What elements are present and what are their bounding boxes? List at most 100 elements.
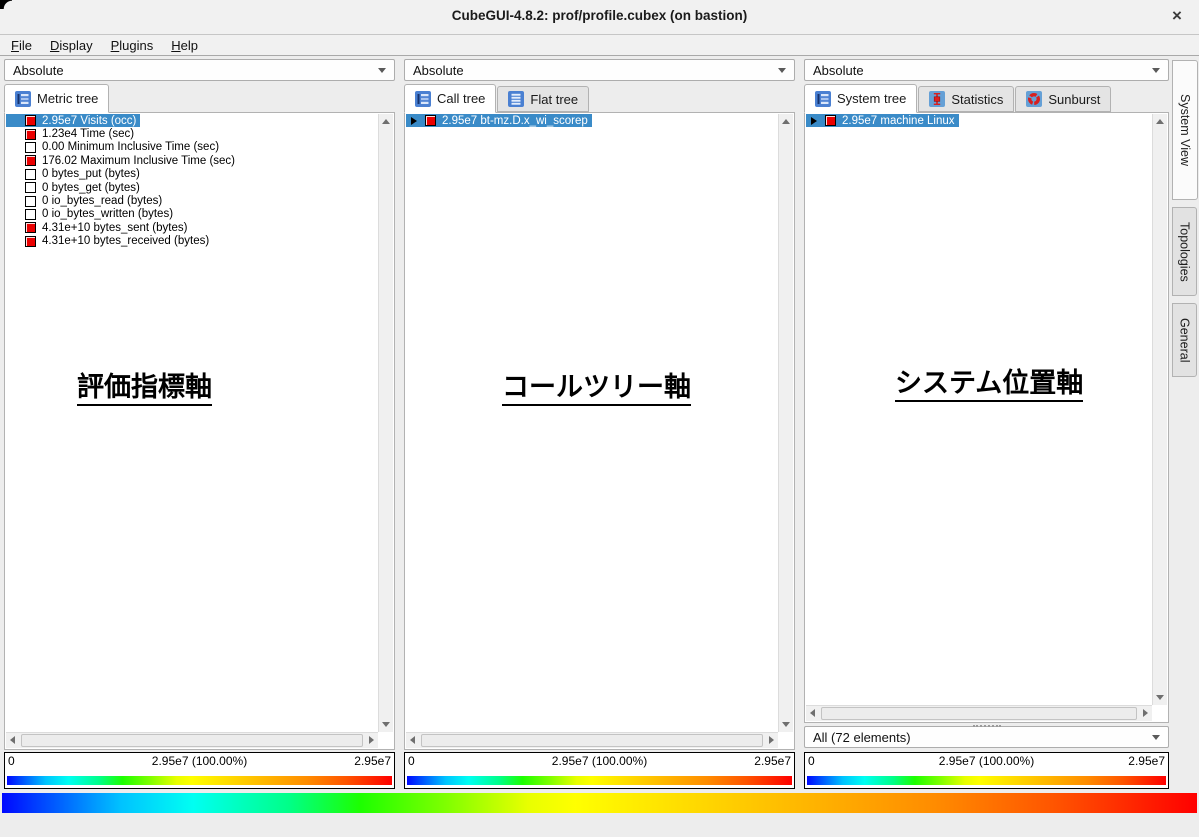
scale-labels: 0 2.95e7 (100.00%) 2.95e7 [5,754,394,769]
severity-box-icon [825,115,836,126]
cubegui-window: { "window": { "title": "CubeGUI-4.8.2: p… [0,0,1199,837]
scale-max: 2.95e7 [354,754,391,768]
title-bar: CubeGUI-4.8.2: prof/profile.cubex (on ba… [0,0,1199,35]
severity-box-icon [25,155,36,166]
call-value-mode-combobox[interactable]: Absolute [404,59,795,81]
call-tab-bar: Call tree Flat tree [404,84,795,112]
scroll-down-icon[interactable] [782,722,790,727]
tab-call-tree[interactable]: Call tree [404,84,496,113]
tree-row[interactable]: 0 io_bytes_read (bytes) [6,194,378,207]
scroll-up-icon[interactable] [782,119,790,124]
annotation-system-axis: システム位置軸 [895,369,1083,402]
tree-row-label: 2.95e7 bt-mz.D.x_wi_scorep [442,115,588,127]
scrollbar-thumb[interactable] [421,734,763,747]
scroll-right-icon[interactable] [1143,709,1148,717]
tab-system-tree[interactable]: System tree [804,84,917,113]
side-tab-topologies[interactable]: Topologies [1172,207,1197,296]
scroll-down-icon[interactable] [382,722,390,727]
metric-value-mode-combobox[interactable]: Absolute [4,59,395,81]
vertical-scrollbar[interactable] [1152,114,1167,705]
call-value-mode-label: Absolute [413,63,464,78]
scroll-left-icon[interactable] [410,736,415,744]
tree-row-label: 2.95e7 machine Linux [842,115,955,127]
scroll-right-icon[interactable] [369,736,374,744]
tab-statistics[interactable]: Statistics [918,86,1014,112]
menu-file[interactable]: File [2,36,41,55]
chevron-down-icon [778,68,786,73]
vertical-scrollbar[interactable] [778,114,793,732]
tab-sunburst[interactable]: Sunburst [1015,86,1111,112]
metric-panel: Absolute Metric tree 2.95e7 Visits (occ)… [4,59,395,789]
window-title: CubeGUI-4.8.2: prof/profile.cubex (on ba… [0,8,1199,23]
tree-row-label: 1.23e4 Time (sec) [42,128,134,140]
tab-sunburst-label: Sunburst [1048,92,1100,107]
system-tab-bar: System tree Statistics Sunburst [804,84,1169,112]
tree-row[interactable]: 0.00 Minimum Inclusive Time (sec) [6,141,378,154]
scroll-up-icon[interactable] [1156,119,1164,124]
scrollbar-thumb[interactable] [21,734,363,747]
tree-row[interactable]: 0 io_bytes_written (bytes) [6,208,378,221]
horizontal-scrollbar[interactable] [6,732,378,748]
system-value-mode-combobox[interactable]: Absolute [804,59,1169,81]
tree-row[interactable]: 4.31e+10 bytes_received (bytes) [6,235,378,248]
expand-arrow-icon[interactable] [806,117,825,125]
tab-system-tree-label: System tree [837,91,906,106]
menu-bar: File Display Plugins Help [0,35,1199,56]
tree-row[interactable]: 0 bytes_get (bytes) [6,181,378,194]
scroll-right-icon[interactable] [769,736,774,744]
scale-selected-value: 2.95e7 (100.00%) [5,754,394,768]
tree-icon [815,91,831,107]
color-gradient-strip [7,776,392,785]
flat-list-icon [508,91,524,107]
tree-row[interactable]: 1.23e4 Time (sec) [6,127,378,140]
scrollbar-thumb[interactable] [821,707,1137,720]
annotation-call-tree-axis: コールツリー軸 [502,373,691,406]
tab-flat-tree[interactable]: Flat tree [497,86,589,112]
sunburst-icon [1026,91,1042,107]
call-panel: Absolute Call tree Flat tree 2.95e7 bt-m… [404,59,795,789]
side-tab-general[interactable]: General [1172,303,1197,377]
tree-row[interactable]: 0 bytes_put (bytes) [6,168,378,181]
severity-box-icon [25,196,36,207]
tree-row[interactable]: 2.95e7 machine Linux [806,114,1152,127]
menu-help[interactable]: Help [162,36,207,55]
expand-arrow-icon[interactable] [406,117,425,125]
system-filter-combobox[interactable]: All (72 elements) [804,726,1169,748]
tree-row-label: 176.02 Maximum Inclusive Time (sec) [42,155,235,167]
scroll-left-icon[interactable] [810,709,815,717]
horizontal-scrollbar[interactable] [806,705,1152,721]
metric-tab-bar: Metric tree [4,84,395,112]
chevron-down-icon [1152,68,1160,73]
tab-metric-tree[interactable]: Metric tree [4,84,109,113]
color-gradient-strip [807,776,1166,785]
scroll-up-icon[interactable] [382,119,390,124]
tree-row[interactable]: 2.95e7 Visits (occ) [6,114,378,127]
system-filter-label: All (72 elements) [813,730,911,745]
chevron-down-icon [378,68,386,73]
close-window-button[interactable]: × [1167,6,1187,26]
tab-flat-tree-label: Flat tree [530,92,578,107]
tab-statistics-label: Statistics [951,92,1003,107]
tree-icon [15,91,31,107]
menu-plugins[interactable]: Plugins [102,36,163,55]
tree-row[interactable]: 176.02 Maximum Inclusive Time (sec) [6,154,378,167]
severity-box-icon [25,142,36,153]
vertical-scrollbar[interactable] [378,114,393,732]
scroll-down-icon[interactable] [1156,695,1164,700]
system-tree-rows: 2.95e7 machine Linux [806,114,1152,127]
tree-row-label: 2.95e7 Visits (occ) [42,115,136,127]
scale-max: 2.95e7 [1128,754,1165,768]
scale-max: 2.95e7 [754,754,791,768]
scroll-left-icon[interactable] [10,736,15,744]
splitter-handle[interactable] [973,725,1001,727]
horizontal-scrollbar[interactable] [406,732,778,748]
tree-row[interactable]: 4.31e+10 bytes_sent (bytes) [6,221,378,234]
call-tree-rows: 2.95e7 bt-mz.D.x_wi_scorep [406,114,778,127]
scale-labels: 0 2.95e7 (100.00%) 2.95e7 [405,754,794,769]
menu-display[interactable]: Display [41,36,102,55]
scale-labels: 0 2.95e7 (100.00%) 2.95e7 [805,754,1168,769]
tree-row[interactable]: 2.95e7 bt-mz.D.x_wi_scorep [406,114,778,127]
side-tab-system-view[interactable]: System View [1172,60,1198,200]
metric-tree-view: 2.95e7 Visits (occ) 1.23e4 Time (sec) 0.… [4,112,395,750]
tree-row-label: 0.00 Minimum Inclusive Time (sec) [42,141,219,153]
